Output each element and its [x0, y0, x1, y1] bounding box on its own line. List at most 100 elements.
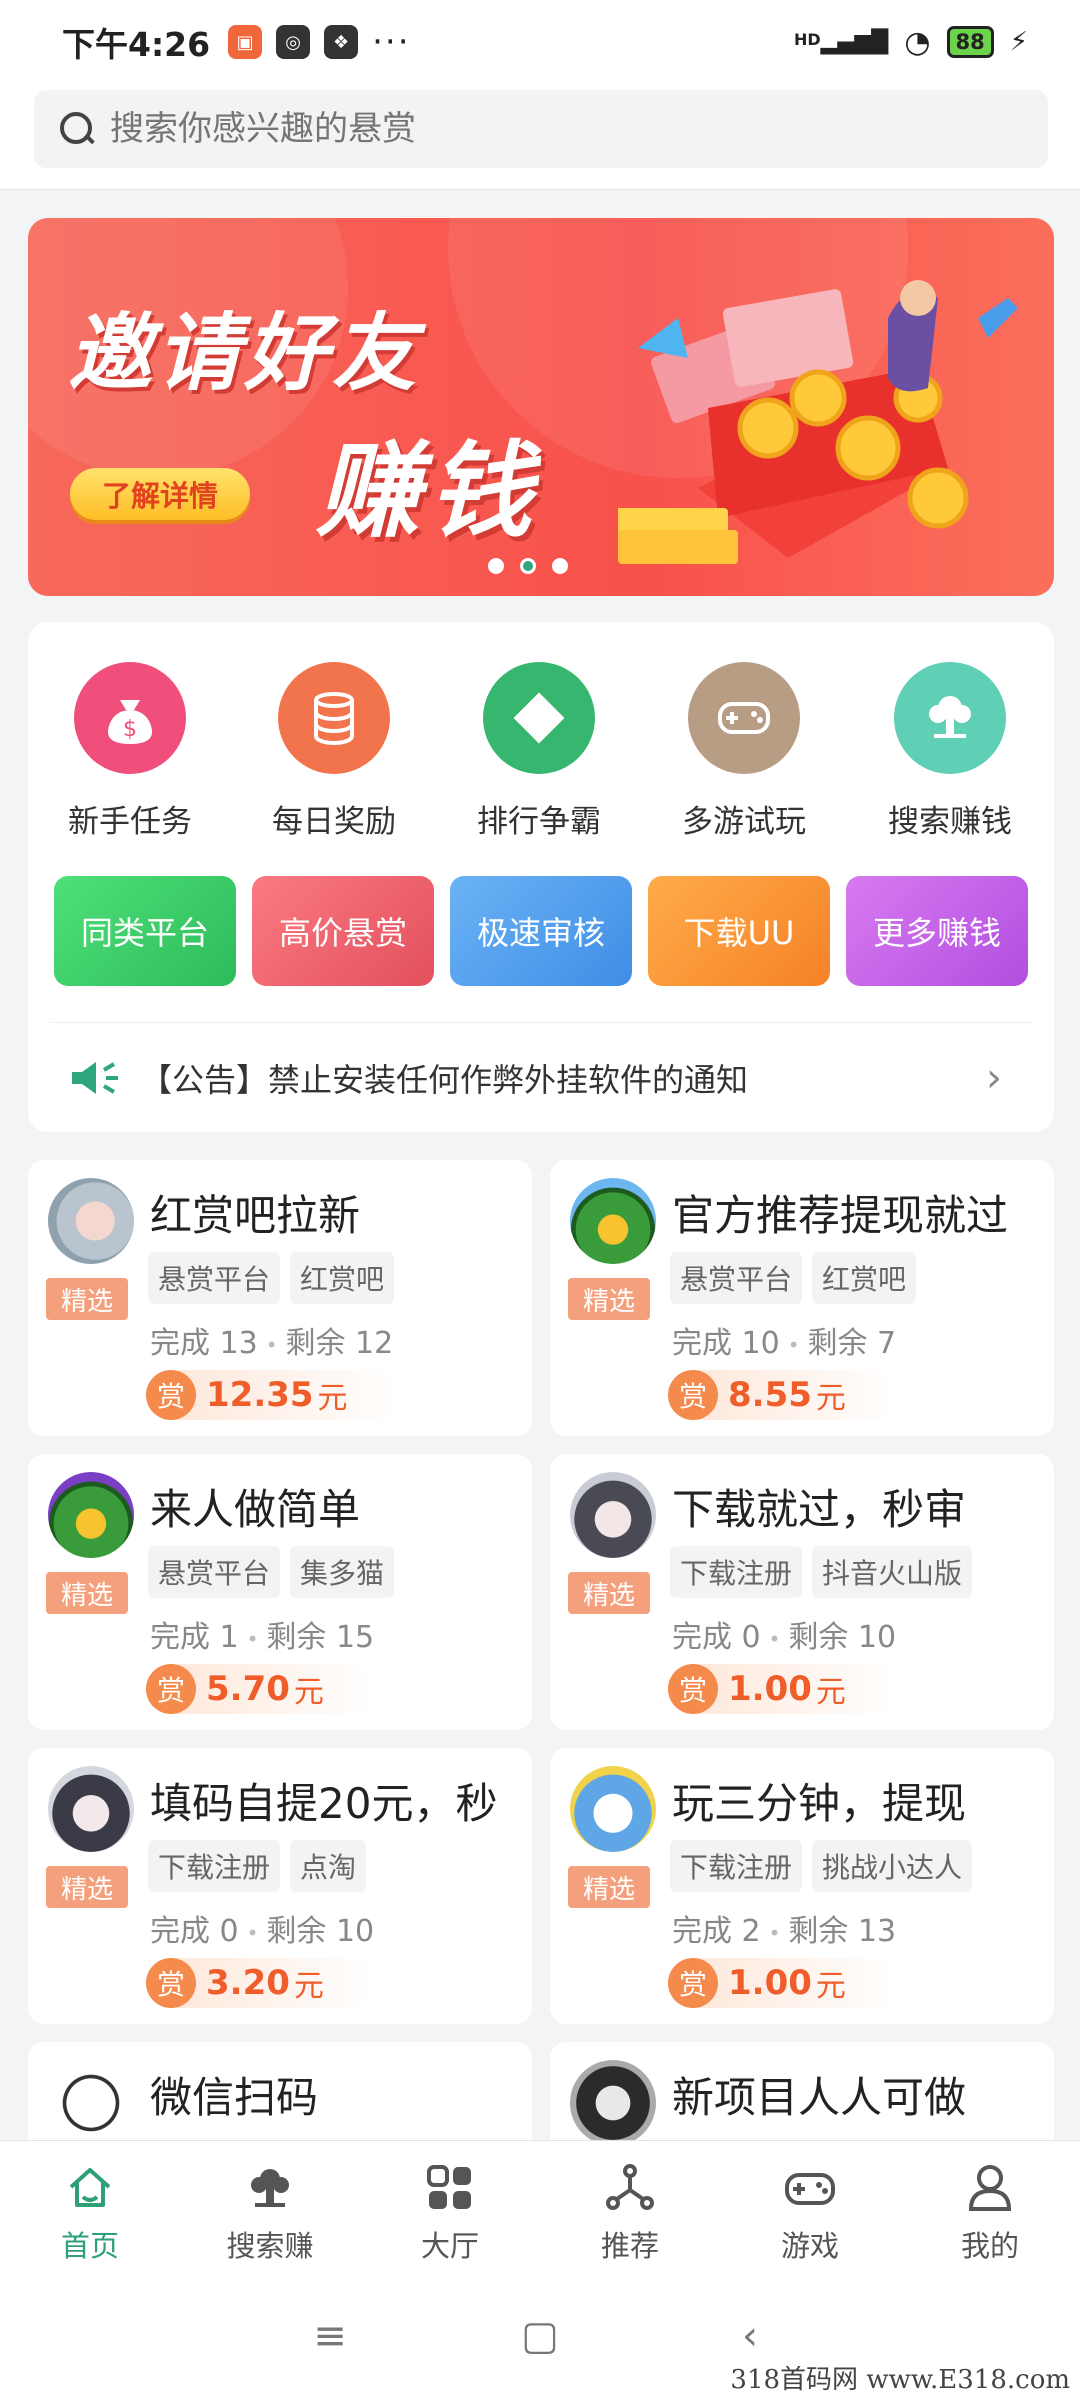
reward-icon: 赏 — [146, 1958, 196, 2008]
search-icon — [58, 110, 96, 148]
nav-search-earn[interactable]: 搜索赚 — [180, 2141, 360, 2272]
pill-more-earnings[interactable]: 更多赚钱 — [846, 876, 1028, 986]
nav-label: 首页 — [60, 2229, 119, 2263]
task-tag: 悬赏平台 — [148, 1252, 281, 1304]
money-bag-icon: $ — [74, 662, 186, 774]
task-stats: 完成 0 • 剩余 10 — [672, 1620, 897, 1655]
reward-amount: 赏 1.00 元 — [668, 1664, 896, 1714]
nav-recommend[interactable]: 推荐 — [540, 2141, 720, 2272]
pill-fast-review[interactable]: 极速审核 — [450, 876, 632, 986]
nav-hall[interactable]: 大厅 — [360, 2141, 540, 2272]
pagination-dot-active — [520, 558, 536, 574]
task-stats: 完成 1 • 剩余 15 — [150, 1620, 375, 1655]
task-card[interactable]: 精选 下载就过，秒审 下载注册 抖音火山版 完成 0 • 剩余 10 赏 1.00 元 — [550, 1454, 1054, 1730]
notification-app-icon: ▣ — [228, 25, 263, 59]
avatar — [570, 1766, 656, 1852]
avatar — [48, 1178, 134, 1264]
task-card[interactable]: 精选 玩三分钟，提现 下载注册 挑战小达人 完成 2 • 剩余 13 赏 1.00 元 — [550, 1748, 1054, 2024]
svg-text:$: $ — [123, 717, 137, 742]
reward-amount: 赏 8.55 元 — [668, 1370, 896, 1420]
task-title: 来人做简单 — [150, 1485, 361, 1534]
avatar — [48, 1766, 134, 1852]
pill-download-uu[interactable]: 下载UU — [648, 876, 830, 986]
task-tag: 下载注册 — [670, 1546, 803, 1598]
pagination-dot — [552, 558, 568, 574]
gamepad-icon — [688, 662, 800, 774]
nav-label: 大厅 — [420, 2229, 479, 2263]
pill-high-price-rewards[interactable]: 高价悬赏 — [252, 876, 434, 986]
feature-daily-rewards[interactable]: 每日奖励 — [234, 662, 434, 841]
task-tag: 红赏吧 — [290, 1252, 395, 1304]
featured-badge: 精选 — [46, 1572, 128, 1614]
avatar — [570, 1178, 656, 1264]
nav-label: 推荐 — [600, 2229, 659, 2263]
feature-leaderboard[interactable]: 排行争霸 — [439, 662, 639, 841]
featured-badge: 精选 — [46, 1866, 128, 1908]
announcement-text: 【公告】禁止安装任何作弊外挂软件的通知 — [140, 1060, 749, 1099]
task-title: 新项目人人可做 — [672, 2073, 967, 2122]
diamond-icon — [483, 662, 595, 774]
gamepad-icon — [785, 2173, 835, 2205]
nav-home[interactable]: 首页 — [0, 2141, 180, 2272]
back-icon[interactable]: ‹ — [730, 2313, 770, 2359]
pagination-dot — [488, 558, 504, 574]
task-tag: 挑战小达人 — [812, 1840, 973, 1892]
featured-badge: 精选 — [568, 1278, 650, 1320]
nav-profile[interactable]: 我的 — [900, 2141, 1080, 2272]
feature-search-earn[interactable]: 搜索赚钱 — [850, 662, 1050, 841]
search-box[interactable] — [34, 90, 1048, 168]
task-card[interactable]: 精选 来人做简单 悬赏平台 集多猫 完成 1 • 剩余 15 赏 5.70 元 — [28, 1454, 532, 1730]
bottom-navigation: 首页 搜索赚 大厅 推荐 游戏 我的 — [0, 2140, 1080, 2272]
task-title: 玩三分钟，提现 — [672, 1779, 967, 1828]
reward-amount: 赏 5.70 元 — [146, 1664, 374, 1714]
banner-subtitle: 赚钱 — [316, 430, 541, 552]
task-title: 红赏吧拉新 — [150, 1191, 361, 1240]
feature-label: 多游试玩 — [682, 804, 806, 840]
task-tag: 悬赏平台 — [148, 1546, 281, 1598]
task-card[interactable]: 精选 填码自提20元，秒 下载注册 点淘 完成 0 • 剩余 10 赏 3.20 元 — [28, 1748, 532, 2024]
feature-label: 新手任务 — [68, 804, 192, 840]
task-stats: 完成 10 • 剩余 7 — [672, 1326, 897, 1361]
search-input[interactable] — [110, 109, 1010, 149]
notification-app-icon: ◎ — [276, 25, 311, 59]
share-icon — [606, 2164, 654, 2210]
megaphone-icon — [72, 1061, 118, 1094]
pill-similar-platforms[interactable]: 同类平台 — [54, 876, 236, 986]
task-card[interactable]: 精选 红赏吧拉新 悬赏平台 红赏吧 完成 13 • 剩余 12 赏 12.35 元 — [28, 1160, 532, 1436]
feature-panel: $ 新手任务 每日奖励 排行争霸 多游试玩 搜索赚钱 同类平台 高价悬赏 极速审… — [28, 622, 1054, 1132]
task-stats: 完成 13 • 剩余 12 — [150, 1326, 394, 1361]
nav-label: 游戏 — [780, 2229, 839, 2263]
nav-label: 搜索赚 — [226, 2229, 314, 2263]
task-tag: 下载注册 — [670, 1840, 803, 1892]
reward-amount: 赏 1.00 元 — [668, 1958, 896, 2008]
reward-icon: 赏 — [668, 1370, 718, 1420]
chevron-right-icon: › — [986, 1054, 1002, 1101]
status-time: 下午4:26 — [62, 25, 211, 64]
watermark: 318首码网 www.E318.com — [730, 2365, 1070, 2395]
announcement-bar[interactable]: 【公告】禁止安装任何作弊外挂软件的通知 › — [50, 1022, 1032, 1132]
nav-games[interactable]: 游戏 — [720, 2141, 900, 2272]
banner-details-button[interactable]: 了解详情 — [70, 468, 250, 520]
task-title: 填码自提20元，秒 — [150, 1779, 498, 1828]
reward-icon: 赏 — [146, 1370, 196, 1420]
task-title: 微信扫码 — [150, 2073, 319, 2122]
wifi-icon: ◔ — [904, 24, 931, 60]
banner-pagination — [488, 558, 568, 574]
featured-badge: 精选 — [568, 1866, 650, 1908]
search-earn-icon — [894, 662, 1006, 774]
feature-game-trial[interactable]: 多游试玩 — [644, 662, 844, 841]
task-stats: 完成 0 • 剩余 10 — [150, 1914, 375, 1949]
menu-icon[interactable]: ≡ — [310, 2313, 350, 2359]
feature-label: 排行争霸 — [477, 804, 601, 840]
reward-icon: 赏 — [146, 1664, 196, 1714]
nav-label: 我的 — [960, 2229, 1019, 2263]
home-square-icon[interactable]: ▢ — [520, 2313, 560, 2359]
reward-amount: 赏 12.35 元 — [146, 1370, 398, 1420]
featured-badge: 精选 — [46, 1278, 128, 1320]
feature-newbie-tasks[interactable]: $ 新手任务 — [30, 662, 230, 841]
signal-icon: HD▂▄▆█ — [793, 29, 889, 55]
task-tag: 悬赏平台 — [670, 1252, 803, 1304]
task-card[interactable]: 精选 官方推荐提现就过 悬赏平台 红赏吧 完成 10 • 剩余 7 赏 8.55 元 — [550, 1160, 1054, 1436]
promo-banner[interactable]: 邀请好友 赚钱 了解详情 — [28, 218, 1054, 596]
task-tag: 集多猫 — [290, 1546, 395, 1598]
